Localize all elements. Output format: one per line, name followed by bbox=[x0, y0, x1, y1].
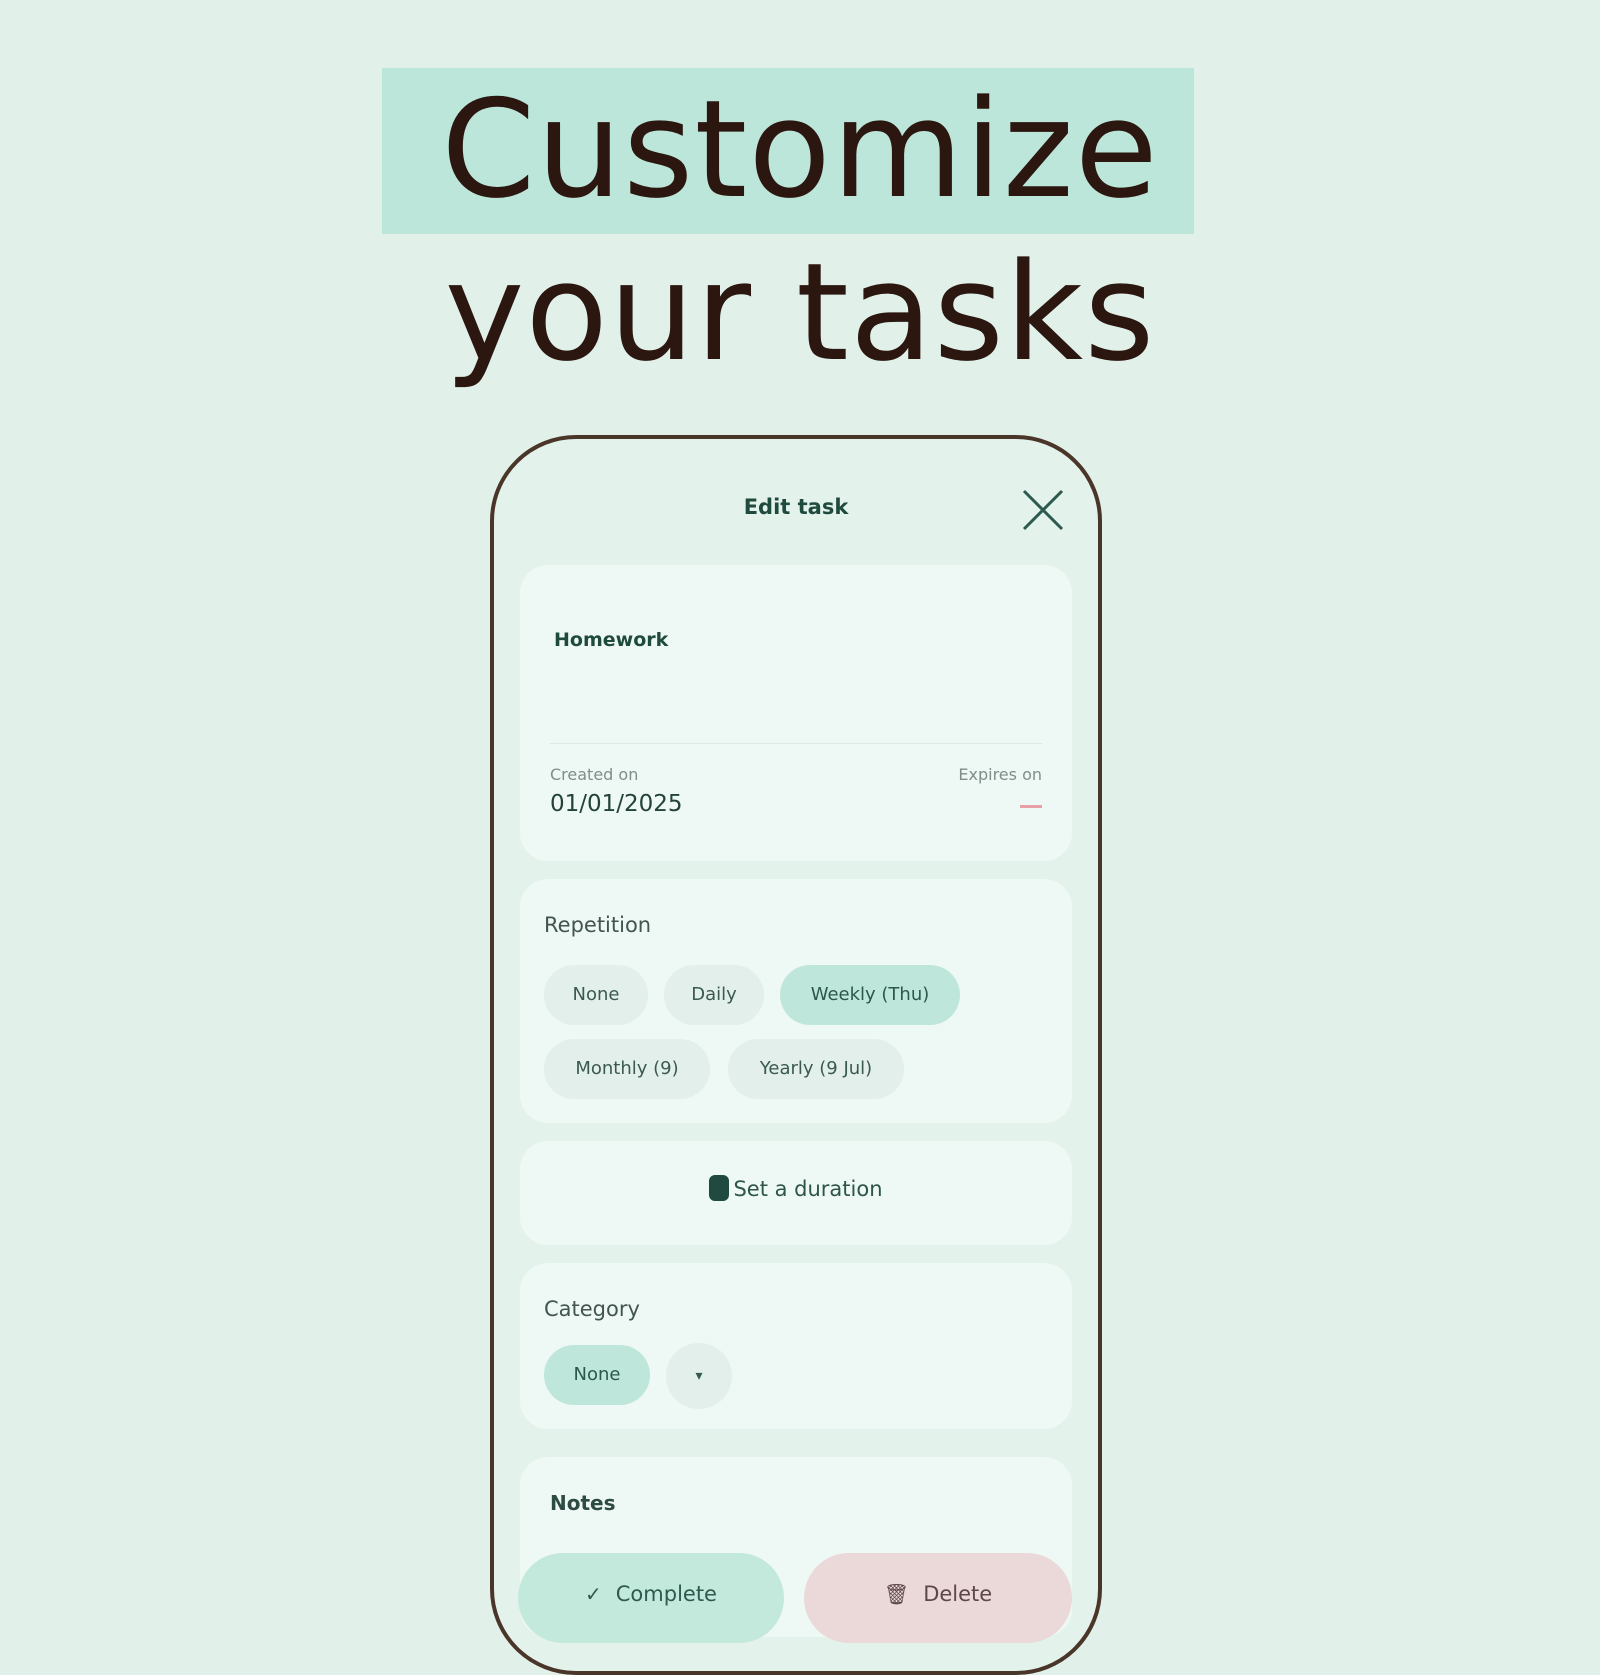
complete-button[interactable]: ✓ Complete bbox=[518, 1553, 784, 1643]
category-chip[interactable]: None bbox=[544, 1345, 650, 1405]
set-duration-label: Set a duration bbox=[733, 1177, 883, 1201]
delete-button[interactable]: 🗑 Delete bbox=[804, 1553, 1072, 1643]
repetition-chip-monthly[interactable]: Monthly (9) bbox=[544, 1039, 710, 1099]
timer-icon bbox=[709, 1175, 730, 1201]
task-name-input[interactable] bbox=[554, 629, 1034, 651]
set-duration-button[interactable]: Set a duration bbox=[520, 1141, 1072, 1245]
headline-line-2: your tasks bbox=[444, 234, 1156, 391]
created-on-label: Created on bbox=[550, 765, 639, 784]
expires-on-empty-indicator[interactable] bbox=[1020, 805, 1042, 808]
repetition-chip-none[interactable]: None bbox=[544, 965, 648, 1025]
category-card: Category None ▾ bbox=[520, 1263, 1072, 1429]
category-label: Category bbox=[544, 1297, 640, 1321]
repetition-chip-daily[interactable]: Daily bbox=[664, 965, 764, 1025]
category-dropdown-button[interactable]: ▾ bbox=[666, 1343, 732, 1409]
complete-label: Complete bbox=[615, 1582, 717, 1606]
delete-label: Delete bbox=[923, 1582, 993, 1606]
chevron-down-icon: ▾ bbox=[695, 1368, 703, 1384]
repetition-chip-weekly[interactable]: Weekly (Thu) bbox=[780, 965, 960, 1025]
trash-icon: 🗑 bbox=[883, 1582, 910, 1606]
phone-frame: Edit task Created on Expires on 01/01/20… bbox=[490, 435, 1102, 1675]
repetition-chip-yearly[interactable]: Yearly (9 Jul) bbox=[728, 1039, 904, 1099]
check-icon: ✓ bbox=[585, 1582, 602, 1606]
task-details-card: Created on Expires on 01/01/2025 bbox=[520, 565, 1072, 861]
repetition-card: Repetition None Daily Weekly (Thu) Month… bbox=[520, 879, 1072, 1123]
repetition-label: Repetition bbox=[544, 913, 652, 937]
close-icon bbox=[1022, 489, 1064, 531]
set-duration-content: Set a duration bbox=[520, 1175, 1072, 1203]
edit-task-screen: Edit task Created on Expires on 01/01/20… bbox=[494, 439, 1098, 1671]
notes-label: Notes bbox=[550, 1491, 616, 1515]
created-on-value: 01/01/2025 bbox=[550, 791, 683, 817]
headline-line-1: Customize bbox=[441, 71, 1159, 228]
page-title: Edit task bbox=[743, 495, 849, 519]
expires-on-label: Expires on bbox=[958, 765, 1042, 784]
close-button[interactable] bbox=[1016, 483, 1070, 537]
divider bbox=[550, 743, 1042, 744]
